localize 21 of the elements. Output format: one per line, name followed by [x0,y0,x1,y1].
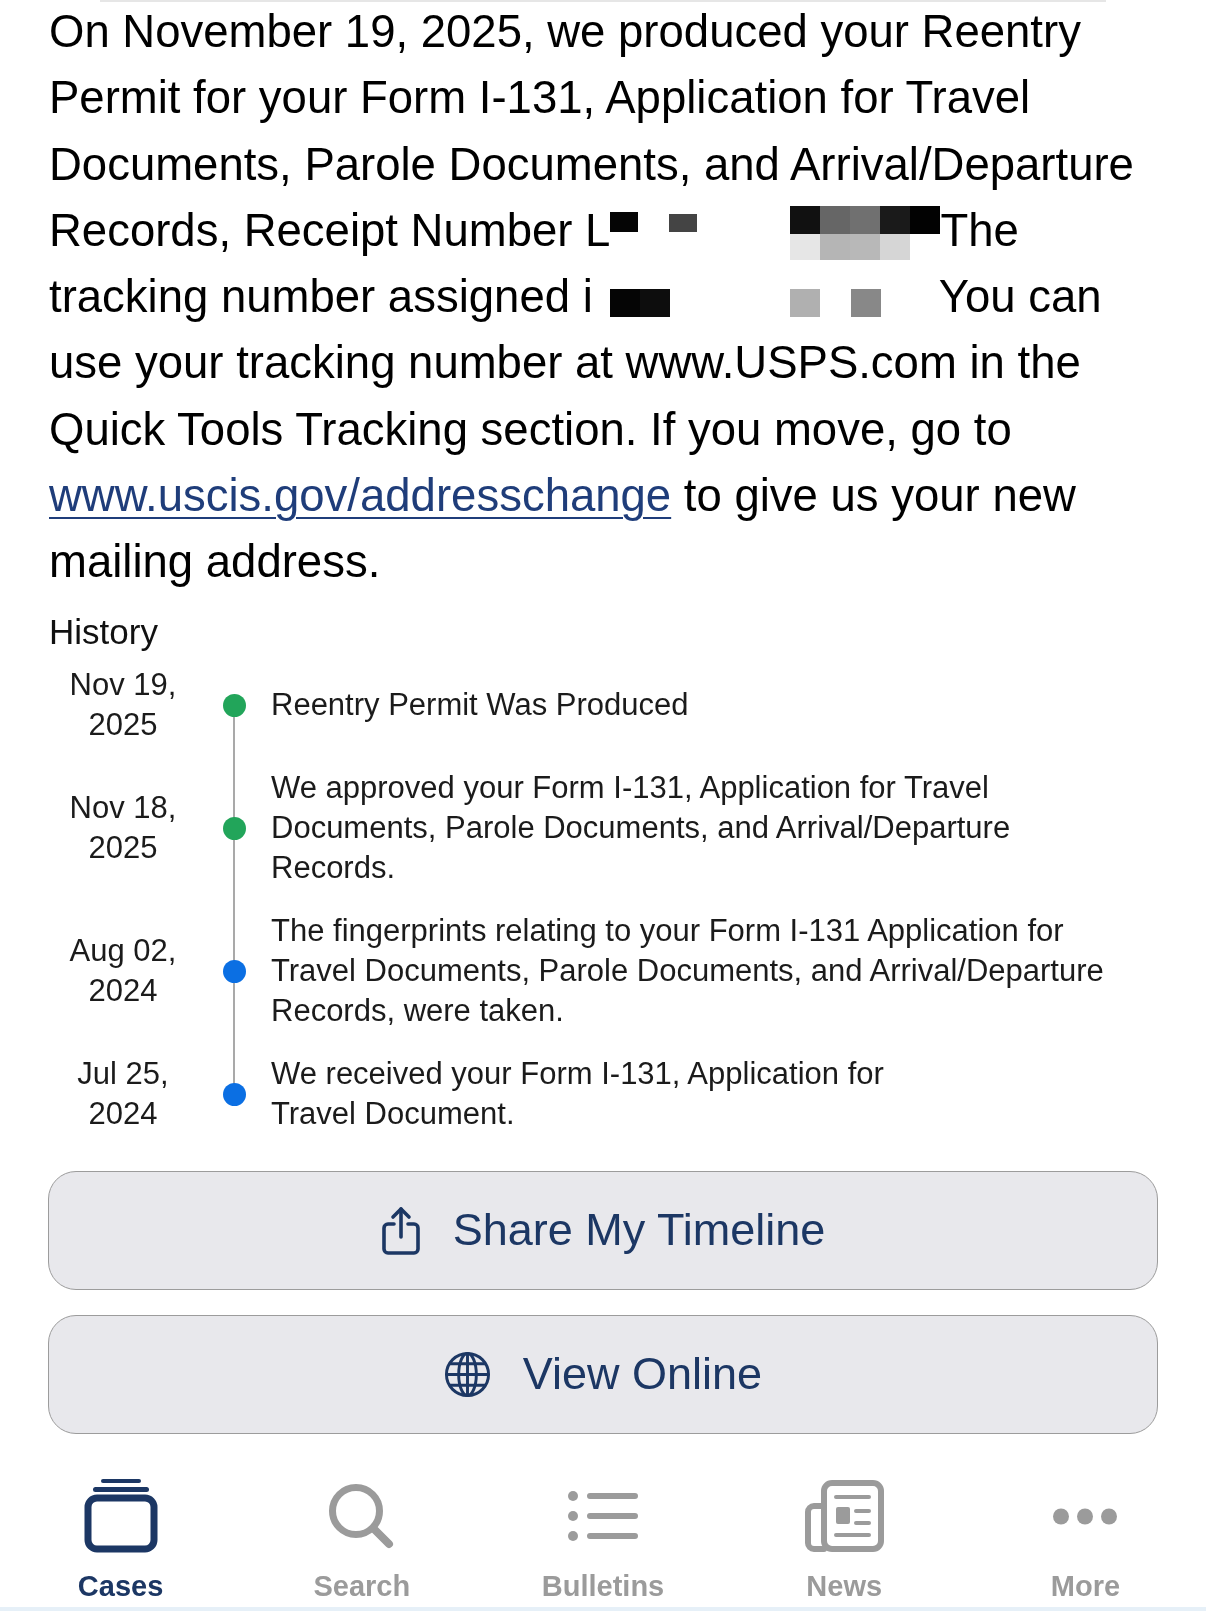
event-description: We approved your Form I-131, Application for Travel Documents, Parole Documents, and Arrival/Departure Records. [271,769,1012,888]
event-description: The fingerprints relating to your Form I-131 Application for Travel Documents, Parole Documents, and Arrival/Departure Records, were taken. [271,912,1105,1031]
newspaper-icon [804,1480,885,1552]
event-date: Nov 18, 2025 [68,789,178,868]
history-heading: History [49,610,158,653]
address-change-link[interactable]: www.uscis.gov/addresschange [49,470,672,522]
event-description: We received your Form I-131, Application for Travel Document. [271,1055,885,1134]
event-description: Reentry Permit Was Produced [271,686,690,725]
more-icon [1053,1507,1118,1525]
case-status-message: On November 19, 2025, we produced your Reentry Permit for your Form I-131, Application for Travel Documents, Parole Documents, and Arrival/Departure Records, Receipt Number L The tracking number assigned i You can use your tracking number at www.USPS.com in the Quick Tools Tracking section. If you move, go to www.uscis.gov/addresschange to give us your new mailing address. [49,5,1135,590]
share-icon [380,1205,421,1255]
globe-icon [443,1350,491,1398]
tab-bar-item[interactable]: Cases [0,1477,242,1607]
share-timeline-button[interactable]: Share My Timeline [48,1170,1158,1290]
list-icon [567,1491,639,1541]
search-icon [328,1483,396,1549]
event-date: Nov 19, 2025 [68,666,178,745]
view-online-button[interactable]: View Online [48,1314,1158,1434]
event-date: Jul 25, 2024 [76,1055,170,1134]
event-date: Aug 02, 2024 [68,932,178,1011]
stacked-cards-icon [83,1479,158,1553]
